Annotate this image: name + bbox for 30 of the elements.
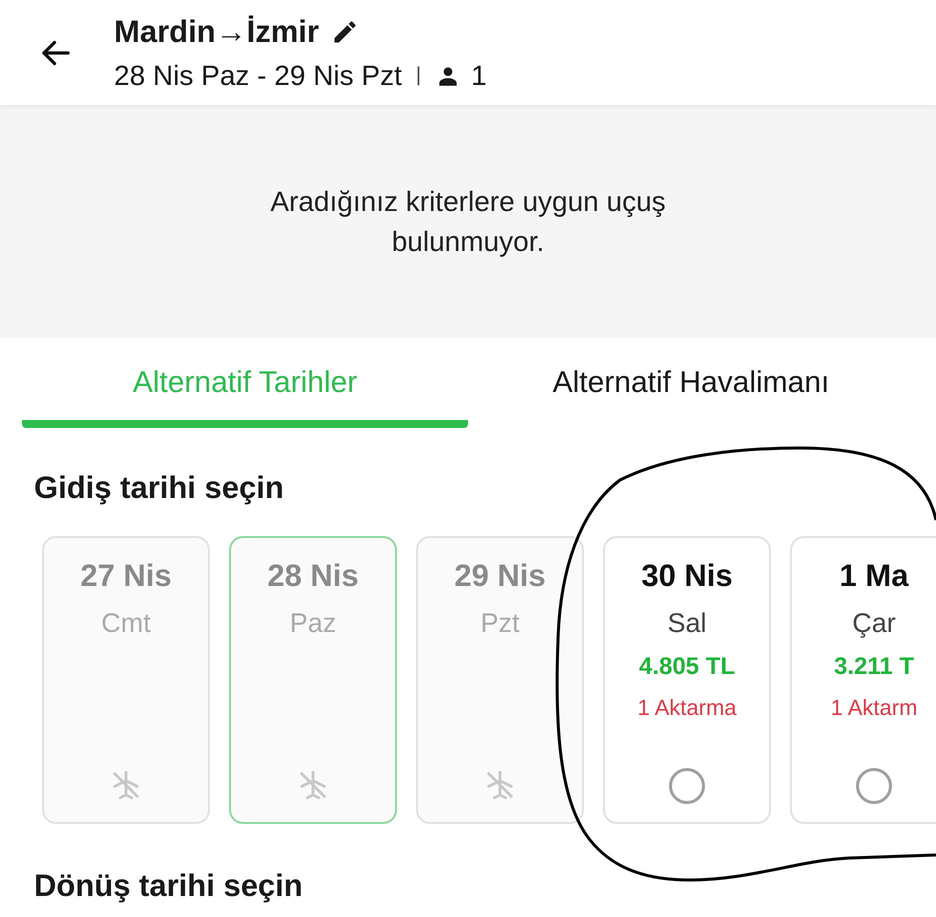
trip-dates: 28 Nis Paz - 29 Nis Pzt bbox=[114, 60, 402, 92]
route-title: Mardin→İzmir bbox=[114, 14, 319, 50]
card-day: Paz bbox=[290, 608, 336, 639]
tab[interactable]: Alternatif Tarihler bbox=[22, 356, 468, 428]
card-date: 30 Nis bbox=[641, 558, 733, 594]
no-flights-message: Aradığınız kriterlere uygun uçuş bulunmuyor. bbox=[269, 184, 667, 259]
date-card[interactable]: 28 Nis Paz bbox=[229, 536, 397, 824]
card-day: Sal bbox=[667, 608, 707, 639]
card-date: 1 Ma bbox=[840, 558, 908, 594]
radio-button[interactable] bbox=[669, 768, 705, 804]
card-price: 4.805 TL bbox=[638, 653, 736, 681]
separator: | bbox=[416, 64, 422, 87]
card-date: 28 Nis bbox=[267, 558, 359, 594]
date-card[interactable]: 1 Ma Çar 3.211 T 1 Aktarm bbox=[790, 536, 936, 824]
card-day: Pzt bbox=[480, 608, 520, 639]
card-price: 3.211 T bbox=[834, 653, 914, 681]
date-card[interactable]: 29 Nis Pzt bbox=[416, 536, 584, 824]
card-date: 27 Nis bbox=[80, 558, 172, 594]
card-stops: 1 Aktarma bbox=[637, 695, 737, 721]
passenger-count: 1 bbox=[471, 60, 487, 92]
card-day: Cmt bbox=[101, 608, 151, 639]
radio-button[interactable] bbox=[856, 768, 892, 804]
card-day: Çar bbox=[852, 608, 896, 639]
card-stops: 1 Aktarm bbox=[830, 695, 918, 721]
card-date: 29 Nis bbox=[454, 558, 546, 594]
date-card[interactable]: 30 Nis Sal 4.805 TL 1 Aktarma bbox=[603, 536, 771, 824]
tab[interactable]: Alternatif Havalimanı bbox=[468, 356, 914, 428]
section-title: Dönüş tarihi seçin bbox=[34, 868, 304, 904]
section-title: Gidiş tarihi seçin bbox=[34, 470, 285, 506]
date-card[interactable]: 27 Nis Cmt bbox=[42, 536, 210, 824]
